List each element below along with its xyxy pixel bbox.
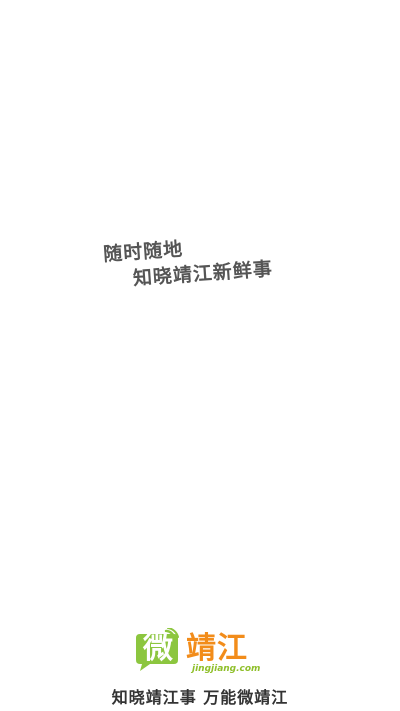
logo-badge-text: 微 xyxy=(143,631,173,666)
tagline: 知晓靖江事 万能微靖江 xyxy=(111,688,289,707)
app-logo: 微 靖江 jingjiang.com xyxy=(120,622,290,676)
splash-screen: 随时随地 知晓靖江新鲜事 微 靖江 jingjiang.com 知晓靖江事 万能… xyxy=(0,0,400,711)
logo-name: 靖江 xyxy=(186,631,248,666)
slogan: 随时随地 知晓靖江新鲜事 xyxy=(100,221,324,296)
logo-domain: jingjiang.com xyxy=(192,664,261,674)
